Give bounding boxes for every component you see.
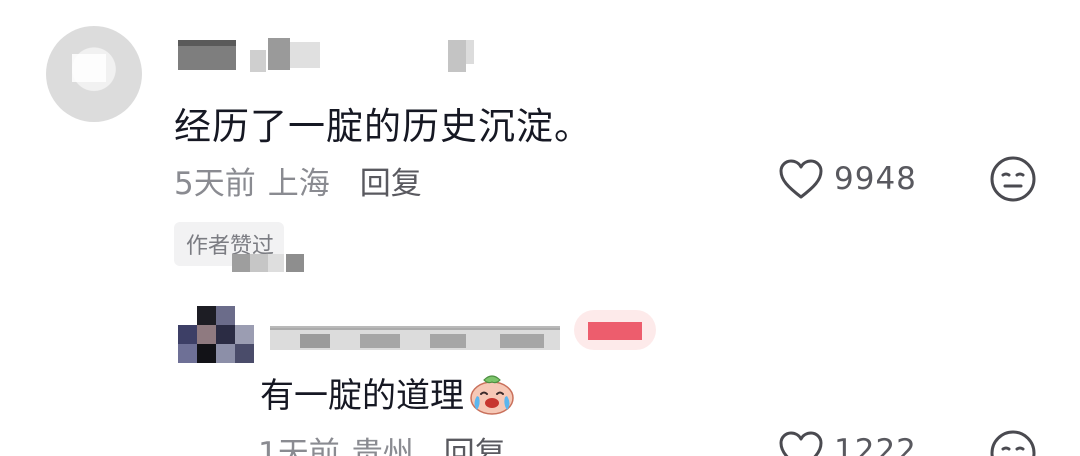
author-tag-blurred xyxy=(574,310,656,350)
comment-text: 经历了一腚的历史沉淀。 xyxy=(174,105,592,148)
commenter-avatar[interactable] xyxy=(46,26,142,122)
neutral-face-icon[interactable] xyxy=(988,428,1038,456)
reply-time: 1天前 xyxy=(258,436,340,456)
reply-like-button[interactable]: 1222 xyxy=(778,430,917,456)
comment-time: 5天前 xyxy=(174,166,256,202)
like-count: 9948 xyxy=(834,161,917,197)
like-button[interactable]: 9948 xyxy=(778,158,917,200)
crying-laughing-bun-emoji xyxy=(470,374,514,415)
comment-thread: 经历了一腚的历史沉淀。 5天前 上海 回复 9948 作者赞过 有一腚的道理 1… xyxy=(0,0,1080,456)
reply-like-count: 1222 xyxy=(834,433,917,456)
avatar-blur-block xyxy=(72,54,106,82)
reply-reply-button[interactable]: 回复 xyxy=(444,436,506,456)
reply-location: 贵州 xyxy=(351,436,414,456)
reply-meta: 1天前 贵州 回复 xyxy=(258,428,506,456)
heart-outline-icon xyxy=(779,159,823,199)
author-tag-mark xyxy=(588,322,642,340)
reply-author-avatar[interactable] xyxy=(178,306,254,368)
comment-location: 上海 xyxy=(267,166,330,202)
heart-outline-icon xyxy=(779,431,823,456)
reply-text: 有一腚的道理 xyxy=(260,376,464,416)
neutral-face-icon[interactable] xyxy=(988,154,1038,204)
comment-meta: 5天前 上海 回复 xyxy=(174,158,422,203)
reply-text-row: 有一腚的道理 xyxy=(260,368,516,417)
reply-button[interactable]: 回复 xyxy=(360,166,422,202)
